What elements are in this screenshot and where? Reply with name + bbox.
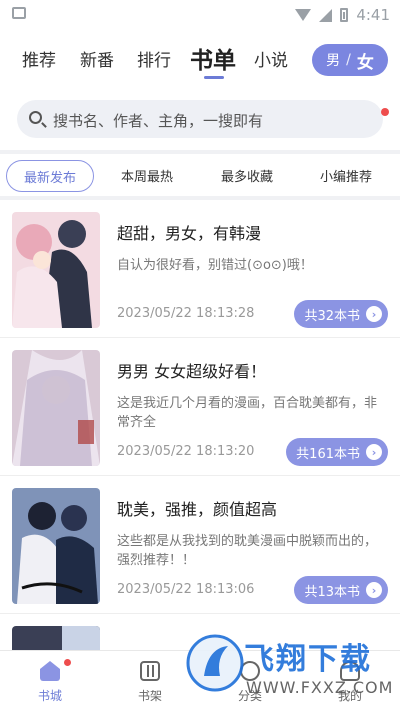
status-icons: 4:41 <box>295 6 390 24</box>
booklist-title[interactable]: 耽美，强推，颜值超高 <box>117 496 277 520</box>
booklist-timestamp: 2023/05/22 18:13:28 <box>117 306 255 321</box>
filter-most-favorited[interactable]: 最多收藏 <box>221 166 273 185</box>
battery-icon <box>340 8 349 22</box>
book-count-label: 共13本书 <box>304 584 360 600</box>
chevron-right-icon: › <box>366 582 382 598</box>
booklist-timestamp: 2023/05/22 18:13:20 <box>117 444 255 459</box>
booklist-item[interactable]: 超甜，男女，有韩漫 自认为很好看，别错过(⊙o⊙)哦！ 2023/05/22 1… <box>0 200 400 338</box>
divider <box>0 150 400 154</box>
watermark-text: 飞翔下载 <box>244 642 372 677</box>
booklist-timestamp: 2023/05/22 18:13:06 <box>117 582 255 597</box>
gender-male[interactable]: 男 <box>326 50 340 70</box>
tab-ranking[interactable]: 排行 <box>137 46 171 71</box>
gender-separator: / <box>346 52 351 68</box>
status-bar: 4:41 <box>0 0 400 30</box>
bookshelf-icon <box>140 661 160 681</box>
nav-bookstore[interactable]: 书城 <box>0 651 100 711</box>
book-count-button[interactable]: 共161本书 › <box>286 438 388 466</box>
booklist-title[interactable]: 男男 女女超级好看！ <box>117 358 266 382</box>
search-placeholder[interactable]: 搜书名、作者、主角，一搜即有 <box>53 110 263 131</box>
filter-editor-picks[interactable]: 小编推荐 <box>320 166 372 185</box>
tab-novel[interactable]: 小说 <box>254 46 288 71</box>
booklist-description: 这是我近几个月看的漫画，百合耽美都有，非常齐全 <box>117 396 378 430</box>
filter-latest[interactable]: 最新发布 <box>6 160 94 192</box>
nav-label: 书城 <box>37 689 62 703</box>
booklist-cover[interactable] <box>12 350 100 466</box>
booklist-cover[interactable] <box>12 212 100 328</box>
book-count-label: 共32本书 <box>304 308 360 324</box>
nav-bookshelf[interactable]: 书架 <box>100 651 200 711</box>
gender-female[interactable]: 女 <box>357 48 374 73</box>
book-count-button[interactable]: 共13本书 › <box>294 576 388 604</box>
chevron-right-icon: › <box>366 444 382 460</box>
tab-recommend[interactable]: 推荐 <box>22 46 56 71</box>
search-icon <box>29 111 42 124</box>
wifi-icon <box>295 9 312 21</box>
home-icon <box>40 661 60 681</box>
notification-icon <box>12 7 26 19</box>
search-notification-dot <box>381 108 389 116</box>
booklist-title[interactable]: 超甜，男女，有韩漫 <box>117 220 261 244</box>
tab-booklist[interactable]: 书单 <box>190 41 236 75</box>
booklist-item[interactable]: 耽美，强推，颜值超高 这些都是从我找到的耽美漫画中脱颖而出的，强烈推荐！！ 20… <box>0 476 400 614</box>
watermark-url: WWW.FXXZ.COM <box>246 678 394 697</box>
book-count-label: 共161本书 <box>296 446 360 462</box>
active-tab-indicator <box>204 76 224 79</box>
search-bar[interactable]: 搜书名、作者、主角，一搜即有 <box>17 100 389 138</box>
booklist-description: 自认为很好看，别错过(⊙o⊙)哦！ <box>117 258 313 273</box>
notification-dot <box>64 659 71 666</box>
top-nav: 推荐 新番 排行 书单 小说 男 / 女 <box>0 30 400 90</box>
chevron-right-icon: › <box>366 306 382 322</box>
status-time: 4:41 <box>356 6 390 24</box>
book-count-button[interactable]: 共32本书 › <box>294 300 388 328</box>
tab-new-series[interactable]: 新番 <box>80 46 114 71</box>
booklist-description: 这些都是从我找到的耽美漫画中脱颖而出的，强烈推荐！！ <box>117 534 378 568</box>
watermark: 飞翔下载 WWW.FXXZ.COM <box>186 628 396 708</box>
signal-icon <box>319 8 333 22</box>
filter-bar: 最新发布 本周最热 最多收藏 小编推荐 <box>0 158 400 194</box>
booklist-cover[interactable] <box>12 488 100 604</box>
filter-weekly-hot[interactable]: 本周最热 <box>121 166 173 185</box>
nav-label: 书架 <box>137 689 162 703</box>
gender-toggle[interactable]: 男 / 女 <box>312 44 388 76</box>
booklist-item[interactable]: 男男 女女超级好看！ 这是我近几个月看的漫画，百合耽美都有，非常齐全 2023/… <box>0 338 400 476</box>
